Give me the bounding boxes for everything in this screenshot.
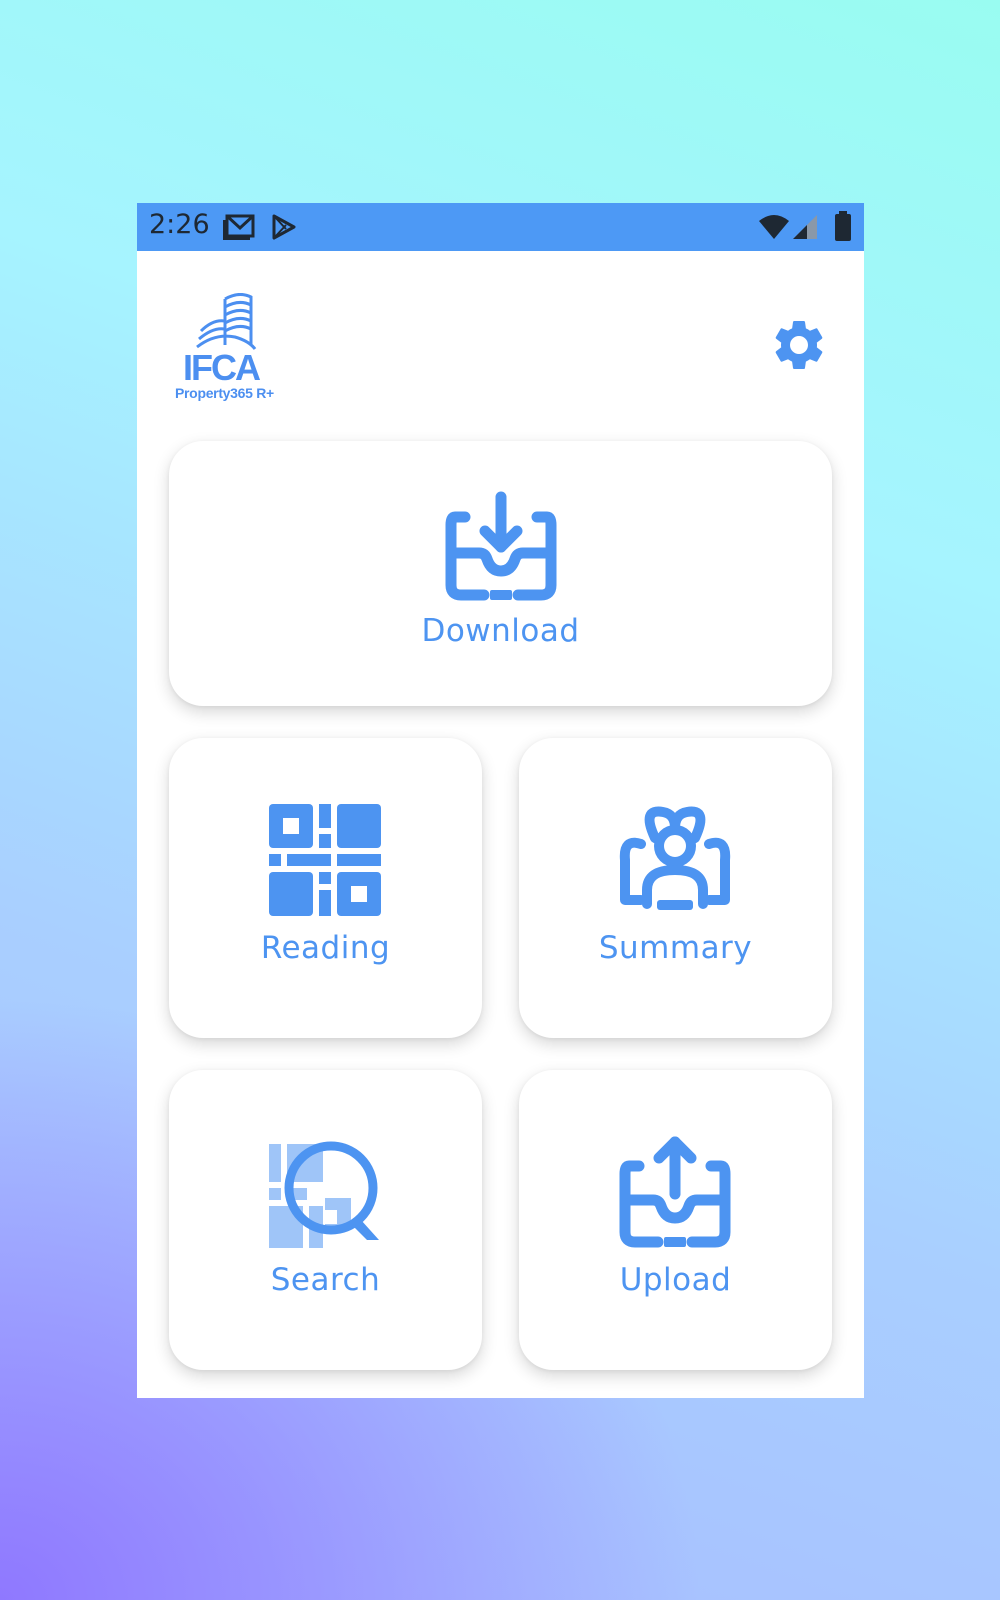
status-time: 2:26 xyxy=(149,209,210,240)
play-store-icon xyxy=(272,214,296,240)
search-label: Search xyxy=(270,1262,381,1298)
upload-button[interactable]: Upload xyxy=(519,1070,832,1370)
reading-label: Reading xyxy=(260,930,391,966)
summary-button[interactable]: Summary xyxy=(519,738,832,1038)
battery-icon xyxy=(835,211,851,241)
upload-label: Upload xyxy=(619,1262,732,1298)
ifca-logo: IFCA Property365 R+ xyxy=(173,293,283,403)
search-button[interactable]: Search xyxy=(169,1070,482,1370)
summary-label: Summary xyxy=(598,930,753,966)
status-bar: 2:26 xyxy=(137,203,864,251)
qr-code-icon xyxy=(269,804,381,916)
gear-icon[interactable] xyxy=(769,315,829,375)
wifi-icon xyxy=(759,215,789,239)
inbox-upload-icon xyxy=(619,1136,731,1248)
users-group-icon xyxy=(619,806,731,910)
building-logo-icon xyxy=(196,293,257,350)
app-screen: 2:26 IFCA Property365 R+ Download Readin… xyxy=(137,203,864,1398)
download-label: Download xyxy=(421,613,580,649)
signal-icon xyxy=(793,215,817,239)
inbox-download-icon xyxy=(445,491,557,601)
logo-text: IFCA xyxy=(183,347,261,388)
gmail-icon xyxy=(223,214,255,240)
reading-button[interactable]: Reading xyxy=(169,738,482,1038)
download-button[interactable]: Download xyxy=(169,441,832,706)
logo-subtext: Property365 R+ xyxy=(175,385,274,401)
qr-search-icon xyxy=(269,1141,379,1248)
